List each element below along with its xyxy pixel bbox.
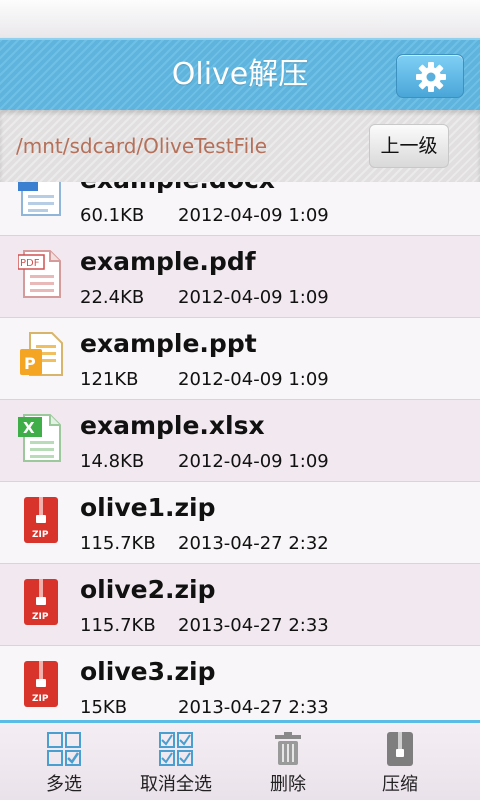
file-size: 115.7KB <box>80 533 156 554</box>
title-bar: Olive解压 <box>0 38 480 110</box>
file-row-zip[interactable]: ZIP olive2.zip 115.7KB 2013-04-27 2:33 <box>0 564 480 646</box>
multi-select-label: 多选 <box>46 774 82 795</box>
svg-text:P: P <box>24 354 36 373</box>
file-name: example.xlsx <box>80 411 265 440</box>
file-date: 2013-04-27 2:33 <box>178 697 329 718</box>
delete-button[interactable]: 删除 <box>228 723 348 800</box>
svg-text:ZIP: ZIP <box>32 694 49 704</box>
settings-button[interactable] <box>396 54 464 98</box>
compress-label: 压缩 <box>382 774 418 795</box>
file-size: 60.1KB <box>80 205 145 226</box>
current-path: /mnt/sdcard/OliveTestFile <box>16 134 267 158</box>
zip-file-icon: ZIP <box>24 497 58 543</box>
deselect-all-label: 取消全选 <box>140 774 212 795</box>
file-size: 115.7KB <box>80 615 156 636</box>
trash-icon <box>275 732 301 765</box>
file-row-zip[interactable]: ZIP olive1.zip 115.7KB 2013-04-27 2:32 <box>0 482 480 564</box>
pdf-file-icon: PDF <box>18 250 61 298</box>
compress-icon <box>387 732 413 766</box>
deselect-all-button[interactable]: 取消全选 <box>116 723 236 800</box>
file-name: olive2.zip <box>80 575 216 604</box>
file-date: 2013-04-27 2:32 <box>178 533 329 554</box>
file-size: 14.8KB <box>80 451 145 472</box>
select-all-icon <box>159 732 193 766</box>
file-row-zip[interactable]: ZIP olive3.zip 15KB 2013-04-27 2:33 <box>0 646 480 722</box>
file-size: 121KB <box>80 369 139 390</box>
up-one-level-button[interactable]: 上一级 <box>369 124 449 168</box>
file-date: 2012-04-09 1:09 <box>178 205 329 226</box>
path-bar: /mnt/sdcard/OliveTestFile 上一级 <box>0 110 480 182</box>
xlsx-file-icon: X <box>18 414 61 462</box>
file-size: 22.4KB <box>80 287 145 308</box>
file-list: example.docx 60.1KB 2012-04-09 1:09 PDF … <box>0 182 480 722</box>
file-name: olive1.zip <box>80 493 216 522</box>
file-row-xlsx[interactable]: X example.xlsx 14.8KB 2012-04-09 1:09 <box>0 400 480 482</box>
ppt-file-icon: P <box>20 332 63 376</box>
file-date: 2012-04-09 1:09 <box>178 369 329 390</box>
gear-icon <box>416 62 446 92</box>
multi-select-icon <box>47 732 81 766</box>
file-name: example.pdf <box>80 247 256 276</box>
zip-file-icon: ZIP <box>24 661 58 707</box>
bottom-action-bar: 多选 取消全选 删除 压缩 <box>0 720 480 800</box>
compress-button[interactable]: 压缩 <box>340 723 460 800</box>
status-bar <box>0 0 480 38</box>
svg-text:ZIP: ZIP <box>32 530 49 540</box>
file-row-pdf[interactable]: PDF example.pdf 22.4KB 2012-04-09 1:09 <box>0 236 480 318</box>
svg-text:ZIP: ZIP <box>32 612 49 622</box>
file-size: 15KB <box>80 697 128 718</box>
multi-select-button[interactable]: 多选 <box>4 723 124 800</box>
svg-text:PDF: PDF <box>20 258 40 269</box>
file-date: 2013-04-27 2:33 <box>178 615 329 636</box>
file-date: 2012-04-09 1:09 <box>178 287 329 308</box>
file-name: olive3.zip <box>80 657 216 686</box>
zip-file-icon: ZIP <box>24 579 58 625</box>
svg-text:X: X <box>23 419 35 437</box>
file-date: 2012-04-09 1:09 <box>178 451 329 472</box>
docx-file-icon <box>18 182 61 216</box>
file-name: example.ppt <box>80 329 257 358</box>
file-row-ppt[interactable]: P example.ppt 121KB 2012-04-09 1:09 <box>0 318 480 400</box>
file-name: example.docx <box>80 182 275 196</box>
file-row-docx[interactable]: example.docx 60.1KB 2012-04-09 1:09 <box>0 182 480 236</box>
delete-label: 删除 <box>270 774 306 795</box>
